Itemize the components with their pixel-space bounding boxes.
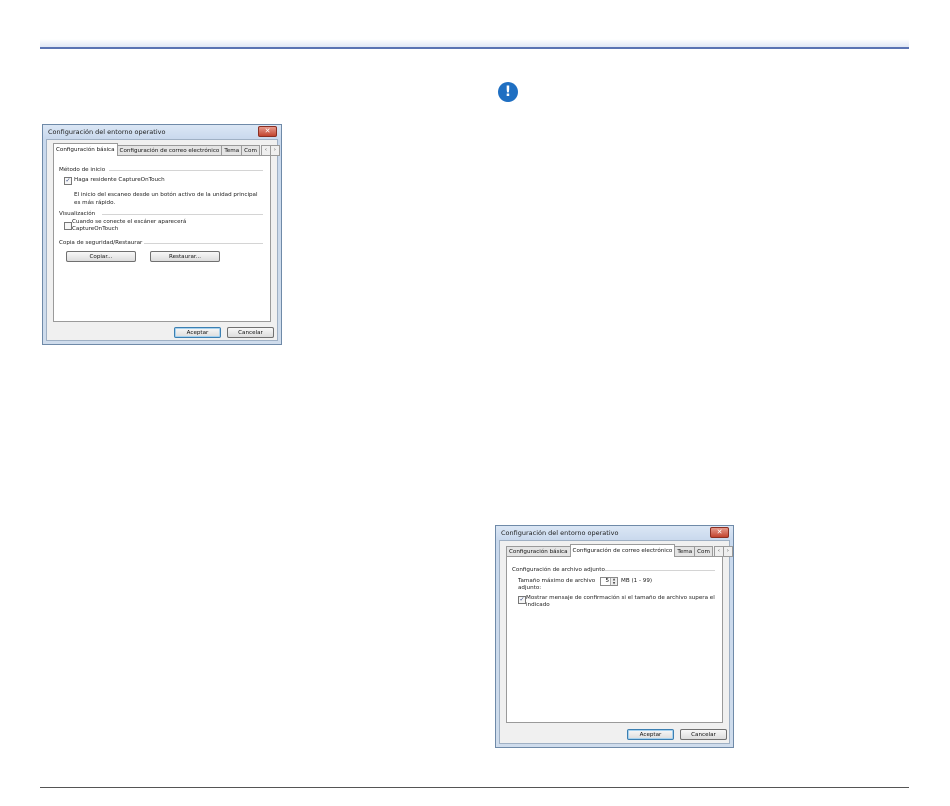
tab-panel-email: Configuración de archivo adjunto Tamaño … (506, 556, 723, 723)
resident-checkbox[interactable]: ✓ (64, 177, 72, 185)
dialog-client: Configuración básica Configuración de co… (46, 139, 280, 341)
max-size-unit: MB (1 - 99) (621, 578, 653, 584)
tab-basic[interactable]: Configuración básica (53, 143, 118, 156)
tab-strip: Configuración básica Configuración de co… (506, 544, 733, 557)
header-rule (40, 39, 909, 49)
group-divider (144, 243, 263, 244)
tab-email[interactable]: Configuración de correo electrónico (569, 544, 676, 557)
dialog-email-settings: Configuración del entorno operativo ✕ Co… (495, 525, 734, 748)
dialog-title: Configuración del entorno operativo (501, 529, 619, 537)
close-icon[interactable]: ✕ (258, 126, 277, 137)
display-checkbox[interactable] (64, 222, 72, 230)
group-start-label: Método de inicio (59, 167, 106, 173)
tab-scroll: ‹ › (713, 546, 733, 557)
resident-checkbox-label: Haga residente CaptureOnTouch (74, 177, 165, 183)
dialog-title: Configuración del entorno operativo (48, 128, 166, 136)
close-icon[interactable]: ✕ (710, 527, 729, 538)
restore-button[interactable]: Restaurar... (150, 251, 220, 262)
ok-button[interactable]: Aceptar (627, 729, 674, 740)
confirm-checkbox[interactable]: ✓ (518, 596, 526, 604)
group-backup-label: Copia de seguridad/Restaurar (59, 240, 143, 246)
group-divider (109, 170, 263, 171)
display-checkbox-label: Cuando se conecte el escáner aparecerá (72, 219, 187, 225)
tab-scroll: ‹ › (260, 145, 280, 156)
max-size-label: Tamaño máximo de archivo (518, 578, 596, 584)
resident-description: El inicio del escaneo desde un botón act… (74, 192, 258, 198)
cancel-button[interactable]: Cancelar (680, 729, 727, 740)
display-checkbox-label-2: CaptureOnTouch (72, 226, 119, 232)
group-display-label: Visualización (59, 211, 96, 217)
notice-icon: ! (498, 82, 518, 102)
dialog-client: Configuración básica Configuración de co… (499, 540, 733, 744)
copy-button[interactable]: Copiar... (66, 251, 136, 262)
group-attachment-label: Configuración de archivo adjunto (512, 567, 605, 573)
tab-panel-basic: Método de inicio ✓ Haga residente Captur… (53, 155, 271, 322)
chevron-down-icon[interactable]: ▼ (611, 581, 617, 586)
confirm-checkbox-label: Mostrar mensaje de confirmación si el ta… (526, 595, 715, 601)
max-size-stepper[interactable]: 5 ▲ ▼ (600, 577, 618, 586)
group-divider (605, 570, 715, 571)
footer-rule (40, 787, 909, 788)
max-size-label-2: adjunto: (518, 585, 542, 591)
ok-button[interactable]: Aceptar (174, 327, 221, 338)
confirm-checkbox-label-2: indicado (526, 602, 550, 608)
chevron-right-icon[interactable]: › (722, 546, 733, 557)
chevron-right-icon[interactable]: › (269, 145, 280, 156)
resident-description-2: es más rápido. (74, 200, 116, 206)
stepper-buttons[interactable]: ▲ ▼ (610, 577, 617, 586)
group-divider (102, 214, 263, 215)
dialog-basic-settings: Configuración del entorno operativo ✕ Co… (42, 124, 282, 345)
max-size-value: 5 (605, 578, 609, 584)
tab-strip: Configuración básica Configuración de co… (53, 143, 280, 156)
cancel-button[interactable]: Cancelar (227, 327, 274, 338)
